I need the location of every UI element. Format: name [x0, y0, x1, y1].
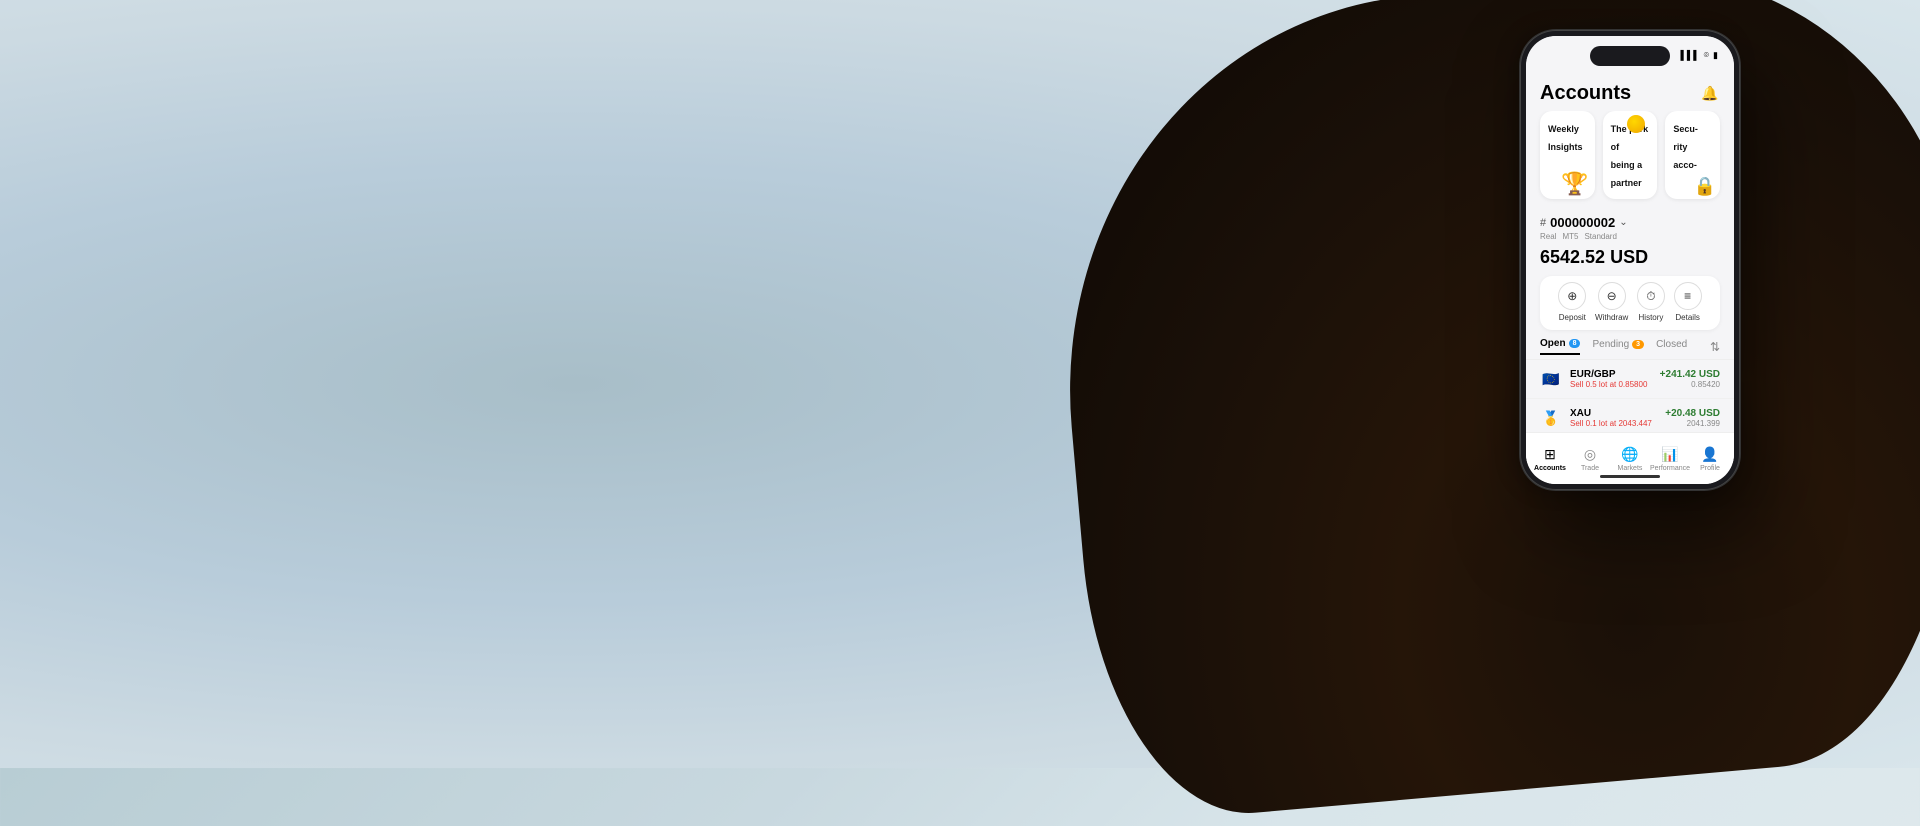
performance-nav-icon: 📊 [1661, 446, 1678, 463]
xau-flag: 🥇 [1540, 407, 1562, 429]
eur-gbp-pnl-price: 0.85420 [1660, 380, 1720, 389]
eur-gbp-details: Sell 0.5 lot at 0.85800 [1570, 380, 1652, 389]
xau-pnl: +20.48 USD 2041.399 [1665, 408, 1720, 428]
wifi-icon: ⌾ [1704, 50, 1709, 61]
promo-cards-row: WeeklyInsights 🏆 The perk ofbeing a part… [1526, 111, 1734, 209]
nav-trade[interactable]: ◎ Trade [1570, 446, 1610, 472]
nav-performance[interactable]: 📊 Performance [1650, 446, 1690, 472]
xau-details: Sell 0.1 lot at 2043.447 [1570, 419, 1657, 428]
eur-gbp-pnl-amount: +241.42 USD [1660, 369, 1720, 380]
eur-gbp-flag: 🇪🇺 [1540, 368, 1562, 390]
phone-screen: ▌▌▌ ⌾ ▮ Accounts 🔔 WeeklyInsights 🏆 The … [1526, 36, 1734, 484]
page-title: Accounts [1540, 82, 1631, 105]
history-button[interactable]: ⏱ History [1637, 282, 1665, 322]
partner-perk-card[interactable]: The perk ofbeing a partner [1603, 111, 1658, 199]
xau-info: XAU Sell 0.1 lot at 2043.447 [1570, 408, 1657, 428]
balance-section: 6542.52 USD [1526, 243, 1734, 276]
performance-nav-label: Performance [1650, 465, 1690, 472]
partner-perk-label: The perk ofbeing a partner [1611, 124, 1649, 188]
deposit-icon: ⊕ [1558, 282, 1586, 310]
nav-markets[interactable]: 🌐 Markets [1610, 446, 1650, 472]
xau-pnl-price: 2041.399 [1665, 419, 1720, 428]
hand-silhouette [1037, 0, 1920, 826]
trade-nav-icon: ◎ [1584, 446, 1596, 463]
status-icons: ▌▌▌ ⌾ ▮ [1681, 50, 1719, 61]
withdraw-icon: ⊖ [1598, 282, 1626, 310]
history-icon: ⏱ [1637, 282, 1665, 310]
security-icon: 🔒 [1694, 176, 1716, 197]
tab-pending-label: Pending [1592, 339, 1629, 350]
notification-bell-icon[interactable]: 🔔 [1700, 84, 1720, 104]
deposit-button[interactable]: ⊕ Deposit [1558, 282, 1586, 322]
insights-icon: 🏆 [1561, 171, 1588, 197]
profile-nav-icon: 👤 [1701, 446, 1718, 463]
account-tag-real: Real [1540, 232, 1556, 241]
weekly-insights-label: WeeklyInsights [1548, 124, 1583, 152]
balance-amount: 6542.52 USD [1540, 247, 1648, 267]
eur-gbp-pnl: +241.42 USD 0.85420 [1660, 369, 1720, 389]
battery-icon: ▮ [1713, 50, 1718, 61]
accounts-nav-icon: ⊞ [1544, 446, 1556, 463]
account-tag-mt5: MT5 [1562, 232, 1578, 241]
nav-accounts[interactable]: ⊞ Accounts [1530, 446, 1570, 472]
details-label: Details [1675, 313, 1699, 322]
weekly-insights-card[interactable]: WeeklyInsights 🏆 [1540, 111, 1595, 199]
tab-open[interactable]: Open 8 [1540, 338, 1580, 355]
tab-open-badge: 8 [1569, 339, 1581, 348]
app-header: Accounts 🔔 [1526, 74, 1734, 111]
xau-pnl-amount: +20.48 USD [1665, 408, 1720, 419]
account-number-row: # 000000002 ⌄ [1540, 215, 1720, 230]
phone: ▌▌▌ ⌾ ▮ Accounts 🔔 WeeklyInsights 🏆 The … [1520, 30, 1740, 490]
tab-pending-badge: 3 [1632, 340, 1644, 349]
home-indicator [1600, 475, 1660, 478]
eur-gbp-info: EUR/GBP Sell 0.5 lot at 0.85800 [1570, 369, 1652, 389]
trade-nav-label: Trade [1581, 465, 1599, 472]
action-buttons: ⊕ Deposit ⊖ Withdraw ⏱ History ≡ Details [1540, 276, 1720, 330]
markets-nav-icon: 🌐 [1621, 446, 1638, 463]
xau-pair: XAU [1570, 408, 1657, 419]
tab-open-label: Open [1540, 338, 1566, 349]
profile-nav-label: Profile [1700, 465, 1720, 472]
account-tags: Real MT5 Standard [1540, 232, 1720, 241]
filter-icon[interactable]: ⇅ [1710, 340, 1720, 354]
dynamic-island [1590, 46, 1670, 66]
app-content: Accounts 🔔 WeeklyInsights 🏆 The perk ofb… [1526, 74, 1734, 484]
account-hash: # [1540, 217, 1546, 229]
signal-icon: ▌▌▌ [1681, 50, 1700, 60]
details-button[interactable]: ≡ Details [1674, 282, 1702, 322]
trades-tabs: Open 8 Pending 3 Closed ⇅ [1526, 330, 1734, 360]
account-chevron-icon: ⌄ [1619, 217, 1627, 228]
secure-account-label: Secu-rity acco- [1673, 124, 1698, 170]
withdraw-label: Withdraw [1595, 313, 1628, 322]
eur-gbp-pair: EUR/GBP [1570, 369, 1652, 380]
nav-profile[interactable]: 👤 Profile [1690, 446, 1730, 472]
details-icon: ≡ [1674, 282, 1702, 310]
markets-nav-label: Markets [1618, 465, 1643, 472]
deposit-label: Deposit [1559, 313, 1586, 322]
history-label: History [1639, 313, 1664, 322]
account-tag-standard: Standard [1584, 232, 1616, 241]
accounts-nav-label: Accounts [1534, 465, 1566, 472]
account-selector[interactable]: # 000000002 ⌄ Real MT5 Standard [1526, 209, 1734, 243]
tab-closed-label: Closed [1656, 339, 1687, 350]
trade-item[interactable]: 🇪🇺 EUR/GBP Sell 0.5 lot at 0.85800 +241.… [1526, 360, 1734, 399]
account-number: 000000002 [1550, 215, 1615, 230]
withdraw-button[interactable]: ⊖ Withdraw [1595, 282, 1628, 322]
secure-account-card[interactable]: Secu-rity acco- 🔒 [1665, 111, 1720, 199]
tab-pending[interactable]: Pending 3 [1592, 339, 1644, 354]
tab-closed[interactable]: Closed [1656, 339, 1687, 354]
